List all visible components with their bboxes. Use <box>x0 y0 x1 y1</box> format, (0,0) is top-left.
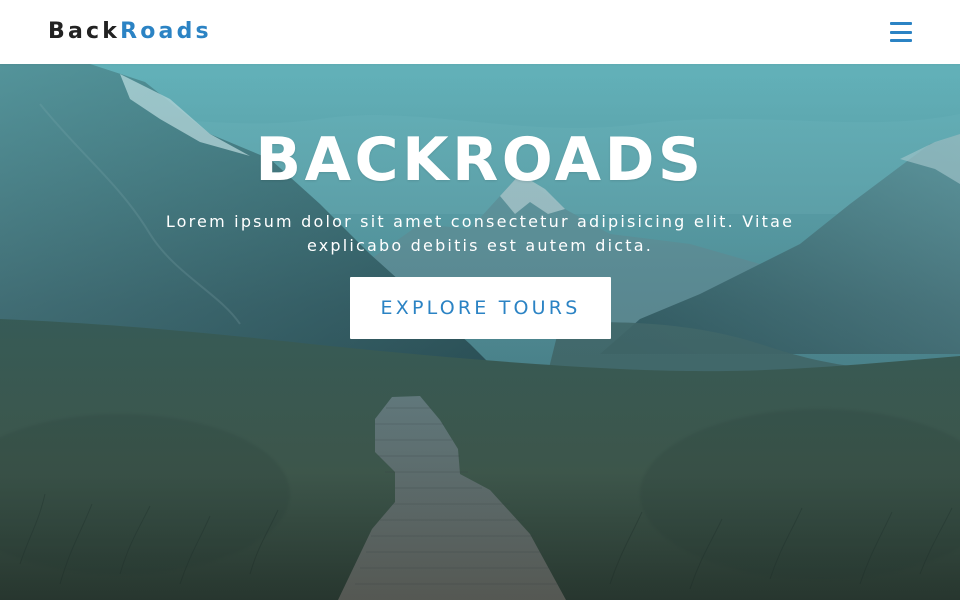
logo[interactable]: Back Roads <box>48 21 212 43</box>
menu-bar-middle <box>890 30 912 34</box>
navbar: Back Roads <box>0 0 960 64</box>
hero-subtitle: Lorem ipsum dolor sit amet consectetur a… <box>165 212 795 255</box>
logo-text-back: Back <box>48 19 121 44</box>
logo-text-roads: Roads <box>120 19 212 44</box>
menu-bar-bottom <box>890 39 912 42</box>
hero-title: BACKROADS <box>255 125 705 195</box>
explore-tours-button[interactable]: EXPLORE TOURS <box>350 277 611 339</box>
menu-bar-top <box>890 22 912 25</box>
hamburger-menu-icon[interactable] <box>890 22 912 42</box>
